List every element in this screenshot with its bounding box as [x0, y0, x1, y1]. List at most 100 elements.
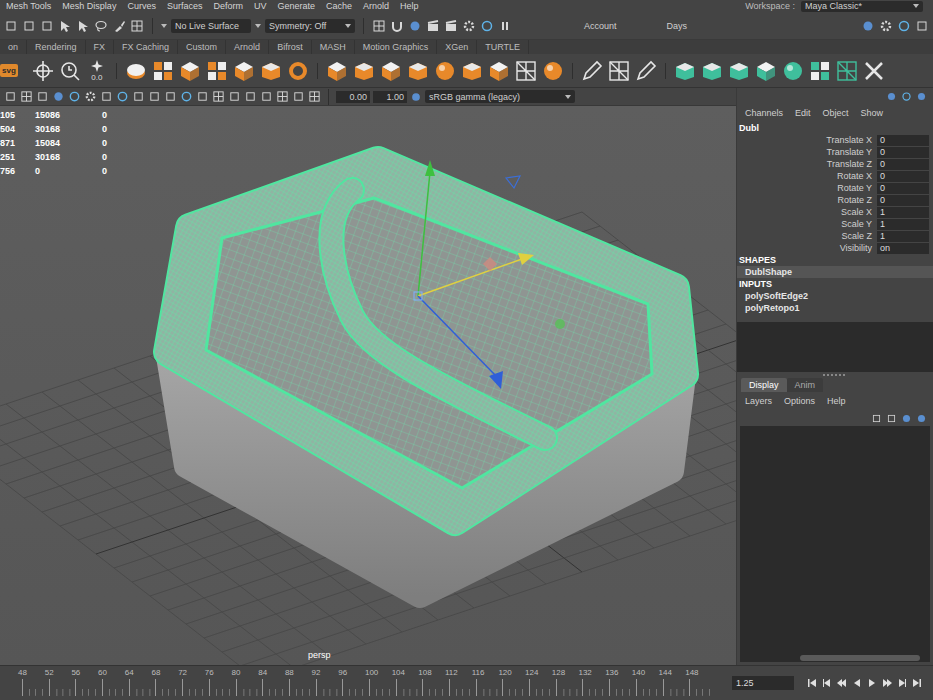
attribute-label[interactable]: Scale Y [737, 219, 872, 229]
tool-settings-icon[interactable] [901, 91, 912, 102]
object-name[interactable]: Dubl [737, 122, 933, 134]
attribute-value[interactable]: 1 [877, 207, 929, 218]
dof-icon[interactable] [148, 90, 161, 103]
uv-cut-icon[interactable] [835, 59, 859, 83]
menu-set-icon[interactable] [4, 19, 18, 33]
attribute-value[interactable]: 0 [877, 147, 929, 158]
attribute-label[interactable]: Rotate X [737, 171, 872, 181]
viewport[interactable]: 1051508605043016808711508402513016807560… [0, 106, 736, 665]
retopo-icon[interactable] [514, 59, 538, 83]
menu-item[interactable]: Cache [326, 0, 352, 12]
hypershade-icon[interactable] [480, 19, 494, 33]
combine-icon[interactable] [406, 59, 430, 83]
play-forward-icon[interactable] [867, 678, 877, 688]
menu-item[interactable]: Options [784, 396, 815, 406]
menu-item[interactable]: Mesh Tools [6, 0, 51, 12]
component-icon[interactable] [130, 19, 144, 33]
menu-item[interactable]: Help [827, 396, 846, 406]
field-chart-icon[interactable] [308, 90, 321, 103]
step-back-icon[interactable] [822, 678, 832, 688]
attribute-value[interactable]: on [877, 243, 929, 254]
shelf-tab[interactable]: MASH [312, 40, 355, 54]
attribute-label[interactable]: Translate Z [737, 159, 872, 169]
wireframe-icon[interactable] [36, 90, 49, 103]
account-button[interactable]: Account [584, 21, 617, 31]
user-icon[interactable] [861, 19, 875, 33]
shelf-tab[interactable]: XGen [437, 40, 477, 54]
paint-select-icon[interactable] [112, 19, 126, 33]
attribute-label[interactable]: Rotate Y [737, 183, 872, 193]
bridge-icon[interactable] [379, 59, 403, 83]
textured-icon[interactable] [68, 90, 81, 103]
xray-icon[interactable] [180, 90, 193, 103]
attribute-label[interactable]: Visibility [737, 243, 872, 253]
lights-icon[interactable] [84, 90, 97, 103]
go-to-end-icon[interactable] [912, 678, 922, 688]
menu-item[interactable]: Curves [127, 0, 156, 12]
menu-item[interactable]: Generate [277, 0, 315, 12]
ipr-icon[interactable] [444, 19, 458, 33]
viewport-scene[interactable] [0, 106, 736, 665]
next-key-icon[interactable] [882, 678, 892, 688]
backface-icon[interactable] [228, 90, 241, 103]
move-layer-down-icon[interactable] [886, 413, 897, 424]
color-management-icon[interactable] [410, 91, 422, 103]
xray-joints-icon[interactable] [196, 90, 209, 103]
shelf-tab[interactable]: Bifrost [269, 40, 312, 54]
go-to-start-icon[interactable] [807, 678, 817, 688]
safe-action-icon[interactable] [292, 90, 305, 103]
snap-grid-icon[interactable] [372, 19, 386, 33]
workspace-dropdown[interactable]: Maya Classic* [801, 1, 923, 12]
attribute-value[interactable]: 0 [877, 135, 929, 146]
attribute-label[interactable]: Scale X [737, 207, 872, 217]
current-frame-field[interactable]: 1.25 [732, 676, 794, 690]
poly-cylinder-icon[interactable] [178, 59, 202, 83]
snap-point-icon[interactable] [408, 19, 422, 33]
menu-item[interactable]: UV [254, 0, 267, 12]
separate-icon[interactable] [433, 59, 457, 83]
menu-item[interactable]: Deform [213, 0, 243, 12]
attribute-label[interactable]: Translate Y [737, 147, 872, 157]
shape-item[interactable]: DublShape [737, 266, 933, 278]
film-gate-icon[interactable] [260, 90, 273, 103]
delete-icon[interactable] [862, 59, 886, 83]
uv-automatic-icon[interactable] [754, 59, 778, 83]
shelf-tab[interactable]: FX [86, 40, 115, 54]
menu-item[interactable]: Arnold [363, 0, 389, 12]
attribute-value[interactable]: 0 [877, 183, 929, 194]
prev-key-icon[interactable] [837, 678, 847, 688]
render-settings-icon[interactable] [462, 19, 476, 33]
layer-tab[interactable]: Display [741, 378, 787, 392]
uv-planar-icon[interactable] [700, 59, 724, 83]
lasso-icon[interactable] [94, 19, 108, 33]
resolution-icon[interactable] [276, 90, 289, 103]
uv-editor-icon[interactable] [673, 59, 697, 83]
move-layer-up-icon[interactable] [871, 413, 882, 424]
isolate-icon[interactable] [164, 90, 177, 103]
shelf-tab[interactable]: Rendering [27, 40, 86, 54]
menu-item[interactable]: Object [823, 108, 849, 118]
gamma-field[interactable]: 1.00 [373, 91, 407, 103]
live-surface-field[interactable]: No Live Surface [171, 19, 251, 33]
attribute-label[interactable]: Rotate Z [737, 195, 872, 205]
menu-item[interactable]: Show [861, 108, 884, 118]
scrollbar[interactable] [740, 654, 930, 662]
move-manipulator[interactable] [414, 160, 565, 389]
scroll-thumb[interactable] [800, 655, 920, 661]
camera-icon[interactable] [4, 90, 17, 103]
shelf-readout[interactable]: 0.0 [85, 59, 109, 82]
poly-sphere-icon[interactable] [124, 59, 148, 83]
time-ruler[interactable]: 4852566064687276808488929610010410811211… [0, 666, 726, 700]
quad-draw-icon[interactable] [634, 59, 658, 83]
poly-torus-icon[interactable] [232, 59, 256, 83]
attribute-value[interactable]: 1 [877, 219, 929, 230]
attribute-value[interactable]: 1 [877, 231, 929, 242]
step-forward-icon[interactable] [897, 678, 907, 688]
shelf-badge[interactable]: svg [0, 64, 18, 77]
aa-icon[interactable] [132, 90, 145, 103]
shadows-icon[interactable] [100, 90, 113, 103]
smooth-shade-icon[interactable] [52, 90, 65, 103]
uv-unfold-icon[interactable] [781, 59, 805, 83]
render-icon[interactable] [426, 19, 440, 33]
attribute-value[interactable]: 0 [877, 195, 929, 206]
